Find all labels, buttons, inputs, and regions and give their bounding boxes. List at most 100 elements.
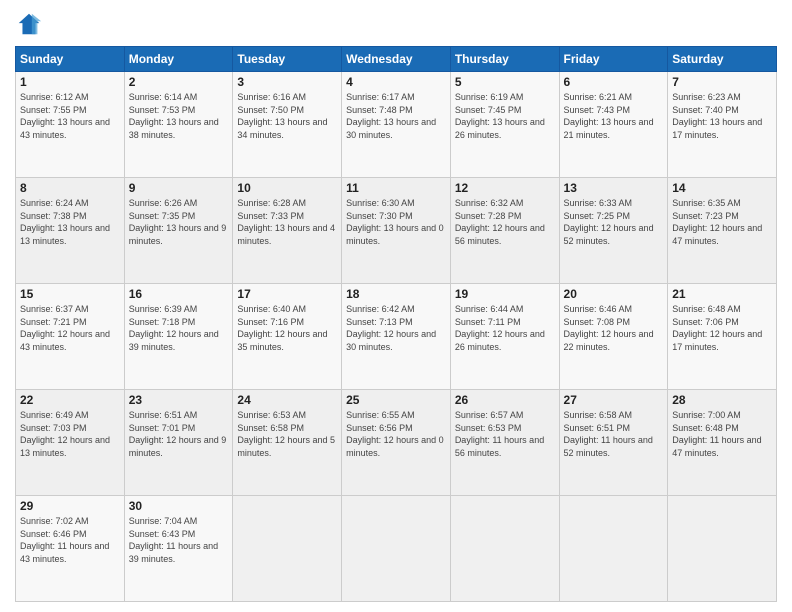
day-number: 1: [20, 75, 120, 89]
table-row: 18 Sunrise: 6:42 AMSunset: 7:13 PMDayligh…: [342, 284, 451, 390]
header: [15, 10, 777, 38]
day-number: 12: [455, 181, 555, 195]
day-info: Sunrise: 6:44 AMSunset: 7:11 PMDaylight:…: [455, 303, 555, 353]
day-number: 5: [455, 75, 555, 89]
day-info: Sunrise: 6:53 AMSunset: 6:58 PMDaylight:…: [237, 409, 337, 459]
table-row: 7 Sunrise: 6:23 AMSunset: 7:40 PMDaylight…: [668, 72, 777, 178]
day-number: 17: [237, 287, 337, 301]
day-number: 27: [564, 393, 664, 407]
day-info: Sunrise: 7:02 AMSunset: 6:46 PMDaylight:…: [20, 515, 120, 565]
table-row: 16 Sunrise: 6:39 AMSunset: 7:18 PMDayligh…: [124, 284, 233, 390]
table-row: 25 Sunrise: 6:55 AMSunset: 6:56 PMDayligh…: [342, 390, 451, 496]
weekday-row: Sunday Monday Tuesday Wednesday Thursday…: [16, 47, 777, 72]
day-info: Sunrise: 6:32 AMSunset: 7:28 PMDaylight:…: [455, 197, 555, 247]
table-row: 17 Sunrise: 6:40 AMSunset: 7:16 PMDayligh…: [233, 284, 342, 390]
table-row: 22 Sunrise: 6:49 AMSunset: 7:03 PMDayligh…: [16, 390, 777, 496]
table-row: 6 Sunrise: 6:21 AMSunset: 7:43 PMDaylight…: [559, 72, 668, 178]
day-info: Sunrise: 6:21 AMSunset: 7:43 PMDaylight:…: [564, 91, 664, 141]
day-info: Sunrise: 7:04 AMSunset: 6:43 PMDaylight:…: [129, 515, 229, 565]
day-number: 22: [20, 393, 120, 407]
day-info: Sunrise: 6:23 AMSunset: 7:40 PMDaylight:…: [672, 91, 772, 141]
day-number: 4: [346, 75, 446, 89]
table-row: 20 Sunrise: 6:46 AMSunset: 7:08 PMDayligh…: [559, 284, 668, 390]
table-row: 11 Sunrise: 6:30 AMSunset: 7:30 PMDayligh…: [342, 178, 451, 284]
day-number: 29: [20, 499, 120, 513]
day-info: Sunrise: 6:26 AMSunset: 7:35 PMDaylight:…: [129, 197, 229, 247]
table-row: 24 Sunrise: 6:53 AMSunset: 6:58 PMDayligh…: [233, 390, 342, 496]
table-row: 12 Sunrise: 6:32 AMSunset: 7:28 PMDayligh…: [450, 178, 559, 284]
day-info: Sunrise: 6:40 AMSunset: 7:16 PMDaylight:…: [237, 303, 337, 353]
day-number: 2: [129, 75, 229, 89]
table-row: 29 Sunrise: 7:02 AMSunset: 6:46 PMDayligh…: [16, 496, 125, 602]
table-row: 8Sunrise: 6:24 AMSunset: 7:38 PMDaylight…: [16, 178, 777, 284]
table-row: [450, 496, 559, 602]
page: Sunday Monday Tuesday Wednesday Thursday…: [0, 0, 792, 612]
day-number: 23: [129, 393, 229, 407]
day-info: Sunrise: 6:48 AMSunset: 7:06 PMDaylight:…: [672, 303, 772, 353]
day-number: 19: [455, 287, 555, 301]
day-number: 16: [129, 287, 229, 301]
col-thursday: Thursday: [450, 47, 559, 72]
day-number: 18: [346, 287, 446, 301]
table-row: 3 Sunrise: 6:16 AMSunset: 7:50 PMDaylight…: [233, 72, 342, 178]
day-info: Sunrise: 6:49 AMSunset: 7:03 PMDaylight:…: [20, 409, 120, 459]
day-info: Sunrise: 6:55 AMSunset: 6:56 PMDaylight:…: [346, 409, 446, 459]
table-row: [559, 496, 668, 602]
day-number: 15: [20, 287, 120, 301]
day-number: 26: [455, 393, 555, 407]
day-number: 21: [672, 287, 772, 301]
day-number: 6: [564, 75, 664, 89]
day-number: 7: [672, 75, 772, 89]
day-info: Sunrise: 6:33 AMSunset: 7:25 PMDaylight:…: [564, 197, 664, 247]
day-number: 11: [346, 181, 446, 195]
day-info: Sunrise: 6:58 AMSunset: 6:51 PMDaylight:…: [564, 409, 664, 459]
table-row: 26 Sunrise: 6:57 AMSunset: 6:53 PMDayligh…: [450, 390, 559, 496]
table-row: 22 Sunrise: 6:49 AMSunset: 7:03 PMDayligh…: [16, 390, 125, 496]
table-row: 1 Sunrise: 6:12 AMSunset: 7:55 PMDaylight…: [16, 72, 777, 178]
table-row: 30Sunrise: 7:04 AMSunset: 6:43 PMDayligh…: [124, 496, 233, 602]
day-number: 28: [672, 393, 772, 407]
day-info: Sunrise: 6:39 AMSunset: 7:18 PMDaylight:…: [129, 303, 229, 353]
day-info: Sunrise: 6:17 AMSunset: 7:48 PMDaylight:…: [346, 91, 446, 141]
day-info: Sunrise: 6:42 AMSunset: 7:13 PMDaylight:…: [346, 303, 446, 353]
table-row: 15Sunrise: 6:37 AMSunset: 7:21 PMDayligh…: [16, 284, 777, 390]
table-row: 15Sunrise: 6:37 AMSunset: 7:21 PMDayligh…: [16, 284, 125, 390]
day-info: Sunrise: 6:28 AMSunset: 7:33 PMDaylight:…: [237, 197, 337, 247]
day-number: 24: [237, 393, 337, 407]
table-row: 8Sunrise: 6:24 AMSunset: 7:38 PMDaylight…: [16, 178, 125, 284]
table-row: 5 Sunrise: 6:19 AMSunset: 7:45 PMDaylight…: [450, 72, 559, 178]
calendar: Sunday Monday Tuesday Wednesday Thursday…: [15, 46, 777, 602]
day-info: Sunrise: 6:24 AMSunset: 7:38 PMDaylight:…: [20, 197, 120, 247]
day-info: Sunrise: 6:35 AMSunset: 7:23 PMDaylight:…: [672, 197, 772, 247]
day-number: 3: [237, 75, 337, 89]
day-info: Sunrise: 6:14 AMSunset: 7:53 PMDaylight:…: [129, 91, 229, 141]
table-row: 2 Sunrise: 6:14 AMSunset: 7:53 PMDaylight…: [124, 72, 233, 178]
col-tuesday: Tuesday: [233, 47, 342, 72]
day-info: Sunrise: 6:19 AMSunset: 7:45 PMDaylight:…: [455, 91, 555, 141]
table-row: 23 Sunrise: 6:51 AMSunset: 7:01 PMDayligh…: [124, 390, 233, 496]
day-info: Sunrise: 6:30 AMSunset: 7:30 PMDaylight:…: [346, 197, 446, 247]
day-info: Sunrise: 7:00 AMSunset: 6:48 PMDaylight:…: [672, 409, 772, 459]
table-row: 21 Sunrise: 6:48 AMSunset: 7:06 PMDayligh…: [668, 284, 777, 390]
day-number: 13: [564, 181, 664, 195]
day-number: 10: [237, 181, 337, 195]
table-row: 14 Sunrise: 6:35 AMSunset: 7:23 PMDayligh…: [668, 178, 777, 284]
col-sunday: Sunday: [16, 47, 125, 72]
day-info: Sunrise: 6:51 AMSunset: 7:01 PMDaylight:…: [129, 409, 229, 459]
table-row: 9 Sunrise: 6:26 AMSunset: 7:35 PMDaylight…: [124, 178, 233, 284]
day-info: Sunrise: 6:12 AMSunset: 7:55 PMDaylight:…: [20, 91, 120, 141]
calendar-body: 1 Sunrise: 6:12 AMSunset: 7:55 PMDaylight…: [16, 72, 777, 602]
day-number: 25: [346, 393, 446, 407]
table-row: 29 Sunrise: 7:02 AMSunset: 6:46 PMDayligh…: [16, 496, 777, 602]
day-info: Sunrise: 6:16 AMSunset: 7:50 PMDaylight:…: [237, 91, 337, 141]
calendar-header: Sunday Monday Tuesday Wednesday Thursday…: [16, 47, 777, 72]
day-info: Sunrise: 6:46 AMSunset: 7:08 PMDaylight:…: [564, 303, 664, 353]
table-row: 1 Sunrise: 6:12 AMSunset: 7:55 PMDaylight…: [16, 72, 125, 178]
logo: [15, 10, 47, 38]
day-number: 20: [564, 287, 664, 301]
day-number: 9: [129, 181, 229, 195]
day-number: 14: [672, 181, 772, 195]
day-info: Sunrise: 6:57 AMSunset: 6:53 PMDaylight:…: [455, 409, 555, 459]
table-row: 27 Sunrise: 6:58 AMSunset: 6:51 PMDayligh…: [559, 390, 668, 496]
col-monday: Monday: [124, 47, 233, 72]
